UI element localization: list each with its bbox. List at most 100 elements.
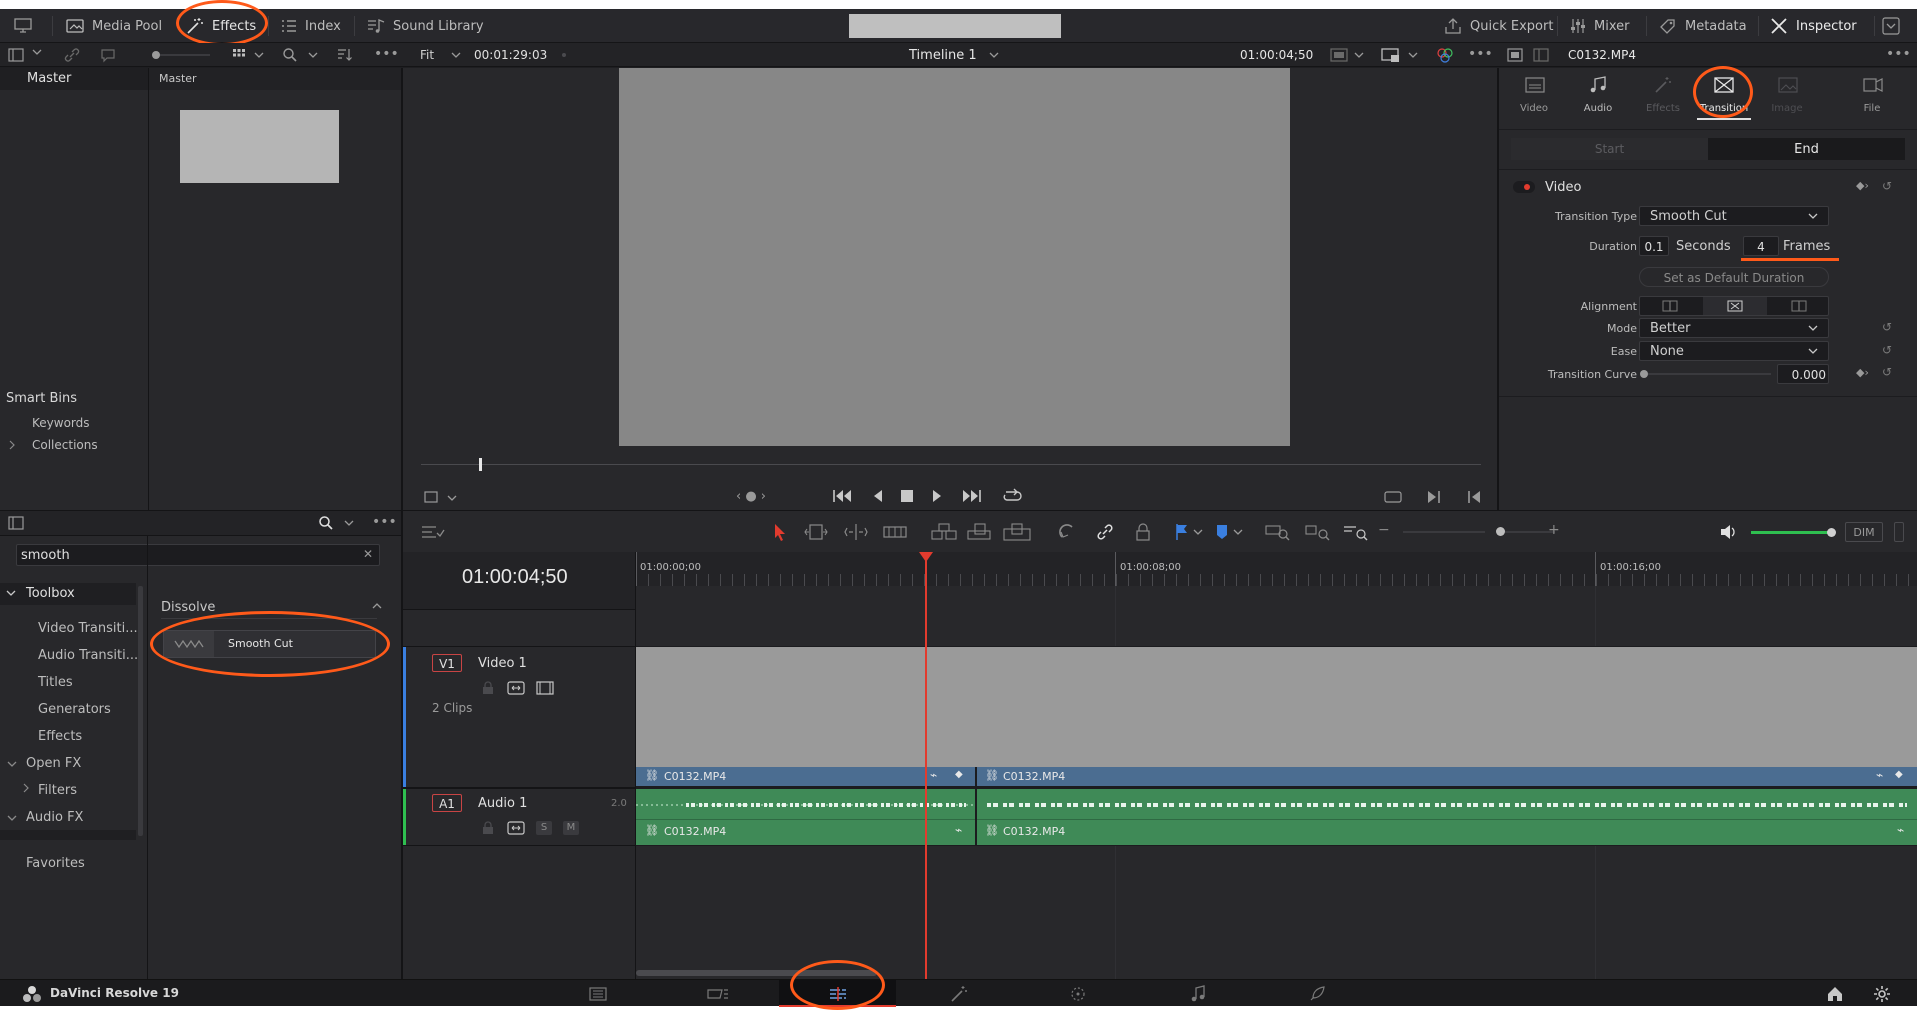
- toolbox-category[interactable]: Toolbox: [0, 583, 136, 605]
- previous-edit-icon[interactable]: [1467, 490, 1481, 504]
- collapse-panel-button[interactable]: [1882, 9, 1900, 43]
- transition-curve-slider[interactable]: [1648, 373, 1771, 375]
- chevron-down-icon[interactable]: [308, 51, 318, 59]
- align-center-icon[interactable]: [1727, 300, 1743, 312]
- color-page-icon[interactable]: [1069, 985, 1087, 1003]
- loop-icon[interactable]: [1002, 488, 1022, 504]
- link-clips-icon[interactable]: [64, 47, 80, 63]
- timeline-name-select[interactable]: Timeline 1: [909, 48, 977, 63]
- crop-frame-icon[interactable]: [423, 490, 439, 504]
- clip-thumbnail[interactable]: [180, 110, 339, 183]
- replace-clip-icon[interactable]: [1003, 523, 1031, 541]
- category-video-transitions[interactable]: Video Transiti...: [38, 621, 138, 636]
- track-output-icon[interactable]: [536, 681, 554, 695]
- zoom-out-icon[interactable]: −: [1378, 522, 1390, 538]
- skip-to-start-icon[interactable]: [832, 489, 852, 503]
- align-end-icon[interactable]: [1662, 300, 1678, 312]
- zoom-detail-icon[interactable]: [1305, 523, 1331, 541]
- reset-icon[interactable]: ↺: [1882, 343, 1892, 357]
- tab-audio[interactable]: Audio: [1575, 76, 1621, 120]
- chevron-down-icon[interactable]: [7, 760, 17, 768]
- tab-video[interactable]: Video: [1511, 76, 1557, 120]
- more-options-icon[interactable]: •••: [374, 46, 399, 62]
- inspector-button[interactable]: Inspector: [1770, 9, 1857, 43]
- search-icon[interactable]: [318, 515, 334, 531]
- bin-list-toggle-icon[interactable]: [8, 48, 24, 62]
- more-options-icon[interactable]: •••: [372, 514, 397, 530]
- stop-icon[interactable]: [900, 489, 914, 503]
- chevron-down-icon[interactable]: [447, 494, 457, 502]
- overwrite-clip-icon[interactable]: [967, 523, 991, 541]
- duration-frames-field[interactable]: 4: [1743, 236, 1779, 256]
- chevron-down-icon[interactable]: [344, 519, 354, 527]
- blade-edit-icon[interactable]: [883, 523, 907, 541]
- a1-track-tag[interactable]: A1: [432, 794, 462, 812]
- playback-monitor-icon[interactable]: [1381, 47, 1401, 63]
- transition-curve-field[interactable]: 0.000: [1777, 364, 1829, 384]
- scrub-bar[interactable]: [421, 464, 1481, 465]
- dim-button[interactable]: DIM: [1845, 522, 1883, 542]
- next-edit-icon[interactable]: [1427, 490, 1441, 504]
- chevron-down-icon[interactable]: [254, 51, 264, 59]
- play-reverse-icon[interactable]: [872, 489, 884, 503]
- auto-select-icon[interactable]: [507, 681, 525, 695]
- favorites-heading[interactable]: Favorites: [26, 856, 85, 871]
- speech-bubble-icon[interactable]: [100, 47, 116, 63]
- zoom-full-icon[interactable]: [1265, 523, 1291, 541]
- tab-effects[interactable]: Effects: [1640, 76, 1686, 120]
- tab-image[interactable]: Image: [1764, 76, 1810, 120]
- ease-select[interactable]: None: [1639, 341, 1829, 361]
- zoom-fit-select[interactable]: Fit: [420, 48, 434, 62]
- fusion-page-icon[interactable]: [950, 985, 968, 1003]
- transition-type-select[interactable]: Smooth Cut: [1639, 206, 1829, 226]
- skip-to-end-icon[interactable]: [962, 489, 982, 503]
- chevron-down-icon[interactable]: [1193, 528, 1203, 536]
- linked-selection-icon[interactable]: [1096, 523, 1114, 541]
- keyframe-nav-icon[interactable]: ◆›: [1856, 179, 1869, 192]
- lock-icon[interactable]: [482, 821, 494, 835]
- chevron-down-icon[interactable]: [7, 814, 17, 822]
- chevron-right-icon[interactable]: [22, 783, 30, 793]
- color-wheels-icon[interactable]: [1436, 47, 1454, 63]
- master-volume-knob[interactable]: [1827, 528, 1836, 537]
- chevron-down-icon[interactable]: [989, 51, 999, 59]
- fade-handle-icon[interactable]: ⌁: [955, 823, 962, 837]
- category-scrollbar[interactable]: [138, 586, 143, 836]
- trim-edit-icon[interactable]: [803, 523, 829, 541]
- chevron-down-icon[interactable]: [1408, 51, 1418, 59]
- reset-icon[interactable]: ↺: [1882, 320, 1892, 334]
- flag-icon[interactable]: [1175, 523, 1189, 541]
- chevron-right-icon[interactable]: [8, 440, 16, 450]
- split-view-icon[interactable]: [1533, 48, 1549, 62]
- keyframe-nav-icon[interactable]: ◆›: [1856, 366, 1869, 379]
- snapping-icon[interactable]: [1058, 523, 1076, 541]
- mixer-button[interactable]: Mixer: [1570, 9, 1629, 43]
- category-open-fx[interactable]: Open FX: [26, 756, 81, 771]
- master-volume-slider[interactable]: [1751, 531, 1829, 534]
- media-page-icon[interactable]: [589, 986, 607, 1002]
- align-start-icon[interactable]: [1791, 300, 1807, 312]
- keyframe-icon[interactable]: ◆: [955, 769, 963, 780]
- zoom-in-icon[interactable]: +: [1548, 522, 1560, 538]
- metadata-button[interactable]: Metadata: [1659, 9, 1747, 43]
- selection-pointer-icon[interactable]: [773, 523, 787, 541]
- fade-handle-icon[interactable]: ⌁: [1897, 823, 1904, 837]
- master-bin-item[interactable]: Master: [0, 68, 148, 90]
- thumbnail-size-slider-knob[interactable]: [152, 51, 160, 59]
- tab-file[interactable]: File: [1849, 76, 1895, 120]
- more-options-icon[interactable]: •••: [1468, 46, 1493, 62]
- playhead-handle[interactable]: [919, 552, 933, 562]
- chevron-down-icon[interactable]: [1354, 51, 1364, 59]
- playhead-line[interactable]: [925, 552, 927, 979]
- chevron-down-icon[interactable]: [451, 51, 461, 59]
- reset-icon[interactable]: ↺: [1882, 365, 1892, 379]
- fade-handle-icon[interactable]: ⌁: [930, 768, 937, 782]
- scrub-playhead[interactable]: [479, 458, 482, 471]
- index-button[interactable]: Index: [281, 9, 341, 43]
- insert-clip-icon[interactable]: [931, 523, 957, 541]
- video-clip-b[interactable]: ⛓ C0132.MP4 ⌁ ◆: [977, 767, 1917, 786]
- play-icon[interactable]: [931, 489, 943, 503]
- auto-select-icon[interactable]: [507, 821, 525, 835]
- speaker-icon[interactable]: [1719, 524, 1737, 540]
- more-options-icon[interactable]: •••: [1886, 46, 1911, 62]
